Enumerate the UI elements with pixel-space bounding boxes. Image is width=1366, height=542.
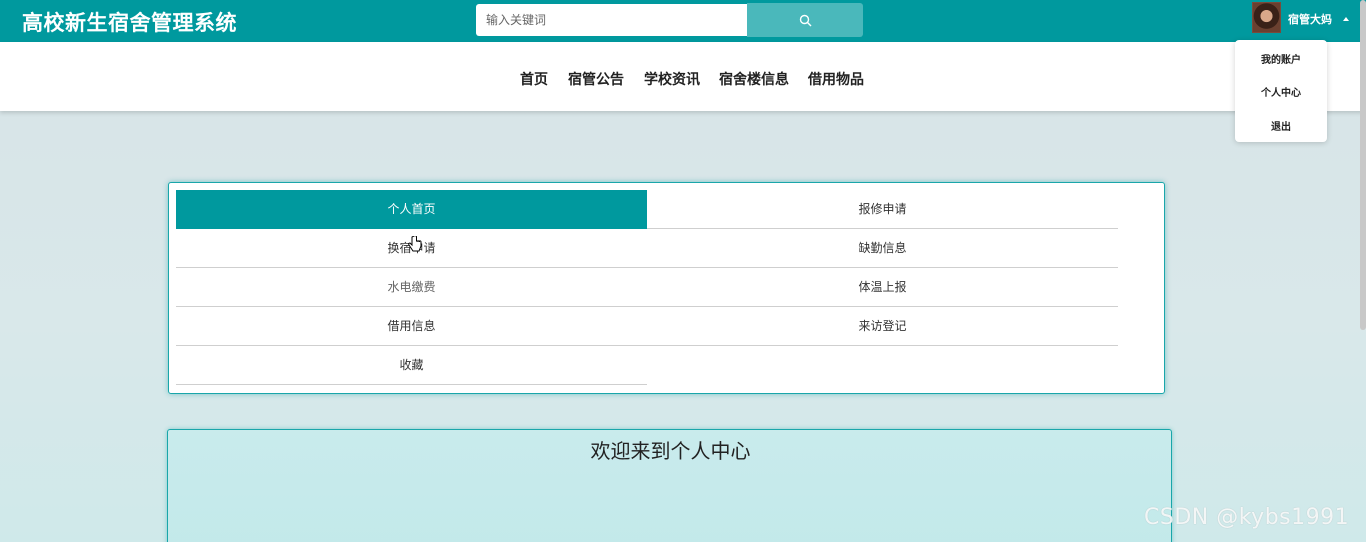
menu-item-borrow-info[interactable]: 借用信息 xyxy=(176,307,647,346)
user-avatar[interactable] xyxy=(1252,2,1281,33)
menu-item-temperature[interactable]: 体温上报 xyxy=(647,268,1118,307)
welcome-title: 欢迎来到个人中心 xyxy=(590,439,751,463)
dropdown-item-logout[interactable]: 退出 xyxy=(1235,118,1327,133)
dropdown-item-personal-center[interactable]: 个人中心 xyxy=(1235,84,1327,99)
username-label[interactable]: 宿管大妈 xyxy=(1288,11,1332,27)
scrollbar[interactable] xyxy=(1360,0,1366,330)
dropdown-item-account[interactable]: 我的账户 xyxy=(1235,51,1327,66)
hand-cursor-icon xyxy=(408,236,422,252)
menu-item-personal-home[interactable]: 个人首页 xyxy=(176,190,647,229)
caret-up-icon[interactable] xyxy=(1343,17,1349,21)
welcome-panel: 欢迎来到个人中心 xyxy=(167,429,1172,542)
user-dropdown-menu: 我的账户 个人中心 退出 xyxy=(1235,40,1327,142)
menu-item-visitor-log[interactable]: 来访登记 xyxy=(647,307,1118,346)
nav-item-home[interactable]: 首页 xyxy=(520,69,548,89)
search-input[interactable] xyxy=(476,4,747,36)
nav-item-buildings[interactable]: 宿舍楼信息 xyxy=(719,69,789,89)
main-nav: 首页 宿管公告 学校资讯 宿舍楼信息 借用物品 xyxy=(0,42,1366,111)
search-button[interactable] xyxy=(747,3,863,37)
menu-item-absence[interactable]: 缺勤信息 xyxy=(647,229,1118,268)
menu-item-utilities[interactable]: 水电缴费 xyxy=(176,268,647,307)
top-header-bar: 高校新生宿舍管理系统 宿管大妈 xyxy=(0,0,1366,42)
menu-item-favorites[interactable]: 收藏 xyxy=(176,346,647,385)
personal-center-menu: 个人首页 报修申请 换宿申请 缺勤信息 水电缴费 体温上报 借用信息 来访登记 … xyxy=(168,182,1165,394)
search-icon xyxy=(799,14,811,26)
watermark: CSDN @kybs1991 xyxy=(1144,505,1350,530)
nav-item-news[interactable]: 学校资讯 xyxy=(644,69,700,89)
menu-item-repair-request[interactable]: 报修申请 xyxy=(647,190,1118,229)
nav-item-notices[interactable]: 宿管公告 xyxy=(568,69,624,89)
nav-item-borrow[interactable]: 借用物品 xyxy=(808,69,864,89)
site-title[interactable]: 高校新生宿舍管理系统 xyxy=(22,7,237,37)
